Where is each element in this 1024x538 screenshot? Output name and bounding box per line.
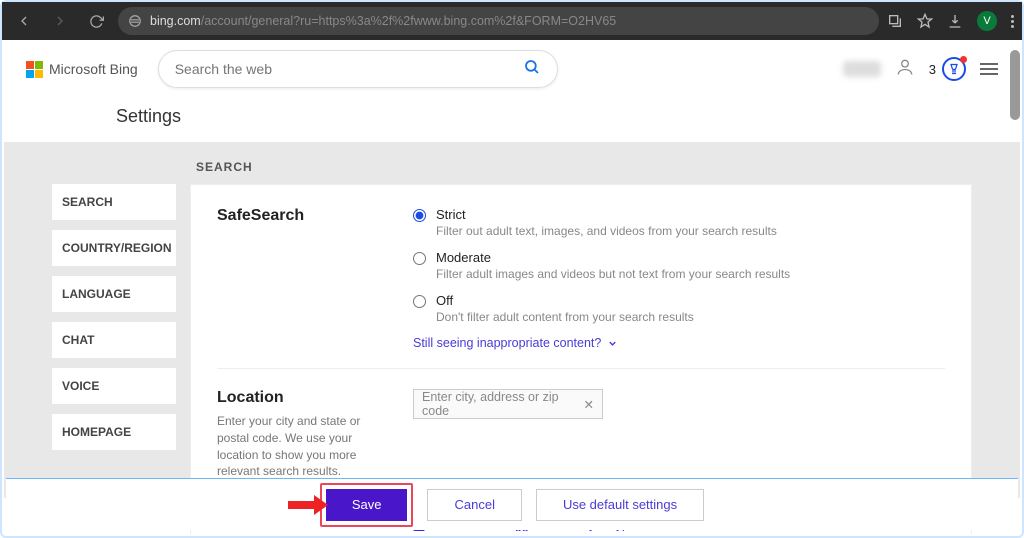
scrollbar[interactable] [1010, 50, 1020, 120]
rewards[interactable]: 3 [929, 57, 966, 81]
browser-menu-icon[interactable] [1011, 15, 1014, 28]
save-button[interactable]: Save [326, 489, 408, 521]
safesearch-off[interactable]: Off Don't filter adult content from your… [413, 293, 945, 324]
search-input[interactable] [175, 61, 523, 77]
radio-strict[interactable] [413, 209, 426, 222]
browser-chrome: bing.com/account/general?ru=https%3a%2f%… [2, 2, 1022, 40]
sidebar-item-homepage[interactable]: HOMEPAGE [52, 414, 176, 450]
address-bar[interactable]: bing.com/account/general?ru=https%3a%2f%… [118, 7, 879, 35]
rewards-count: 3 [929, 62, 936, 77]
sidebar-item-country[interactable]: COUNTRY/REGION [52, 230, 176, 266]
location-desc: Enter your city and state or postal code… [217, 413, 393, 480]
logo-text: Microsoft Bing [49, 61, 138, 77]
action-bar: Save Cancel Use default settings [6, 478, 1018, 530]
content-area: SEARCH SEARCH COUNTRY/REGION LANGUAGE CH… [4, 142, 1020, 498]
sidebar-item-chat[interactable]: CHAT [52, 322, 176, 358]
notification-dot [960, 56, 967, 63]
sidebar-item-voice[interactable]: VOICE [52, 368, 176, 404]
sidebar-item-search[interactable]: SEARCH [52, 184, 176, 220]
sidebar-item-language[interactable]: LANGUAGE [52, 276, 176, 312]
safesearch-title: SafeSearch [217, 207, 393, 225]
install-icon[interactable] [887, 13, 903, 29]
downloads-icon[interactable] [947, 13, 963, 29]
radio-off[interactable] [413, 295, 426, 308]
page-title: Settings [4, 96, 1020, 142]
safesearch-strict[interactable]: Strict Filter out adult text, images, an… [413, 207, 945, 238]
person-icon[interactable] [895, 57, 915, 82]
url-host: bing.com [150, 14, 201, 28]
annotation-arrow [288, 494, 328, 516]
rewards-icon [942, 57, 966, 81]
location-input[interactable]: Enter city, address or zip code ✕ [413, 389, 603, 419]
use-defaults-button[interactable]: Use default settings [536, 489, 704, 521]
hamburger-menu-icon[interactable] [980, 60, 998, 78]
reload-button[interactable] [82, 7, 110, 35]
location-title: Location [217, 389, 393, 407]
search-icon[interactable] [523, 58, 541, 81]
page-viewport: Microsoft Bing 3 Settings SEARCH [4, 42, 1020, 534]
profile-avatar[interactable]: V [977, 11, 997, 31]
bing-logo[interactable]: Microsoft Bing [26, 61, 138, 78]
site-info-icon[interactable] [128, 14, 142, 28]
url-path: /account/general?ru=https%3a%2f%2fwww.bi… [201, 14, 617, 28]
cancel-button[interactable]: Cancel [427, 489, 521, 521]
bookmark-icon[interactable] [917, 13, 933, 29]
save-highlight-annotation: Save [320, 483, 414, 527]
clear-icon[interactable]: ✕ [584, 397, 594, 412]
site-header: Microsoft Bing 3 [4, 42, 1020, 96]
forward-button[interactable] [46, 7, 74, 35]
still-seeing-link[interactable]: Still seeing inappropriate content? [413, 336, 945, 350]
back-button[interactable] [10, 7, 38, 35]
safesearch-moderate[interactable]: Moderate Filter adult images and videos … [413, 250, 945, 281]
radio-moderate[interactable] [413, 252, 426, 265]
section-header: SEARCH [52, 160, 972, 184]
chevron-down-icon [607, 338, 618, 349]
safesearch-row: SafeSearch Strict Filter out adult text,… [217, 207, 945, 369]
microsoft-logo-icon [26, 61, 43, 78]
account-name-blurred [843, 61, 881, 77]
search-box[interactable] [158, 50, 558, 88]
